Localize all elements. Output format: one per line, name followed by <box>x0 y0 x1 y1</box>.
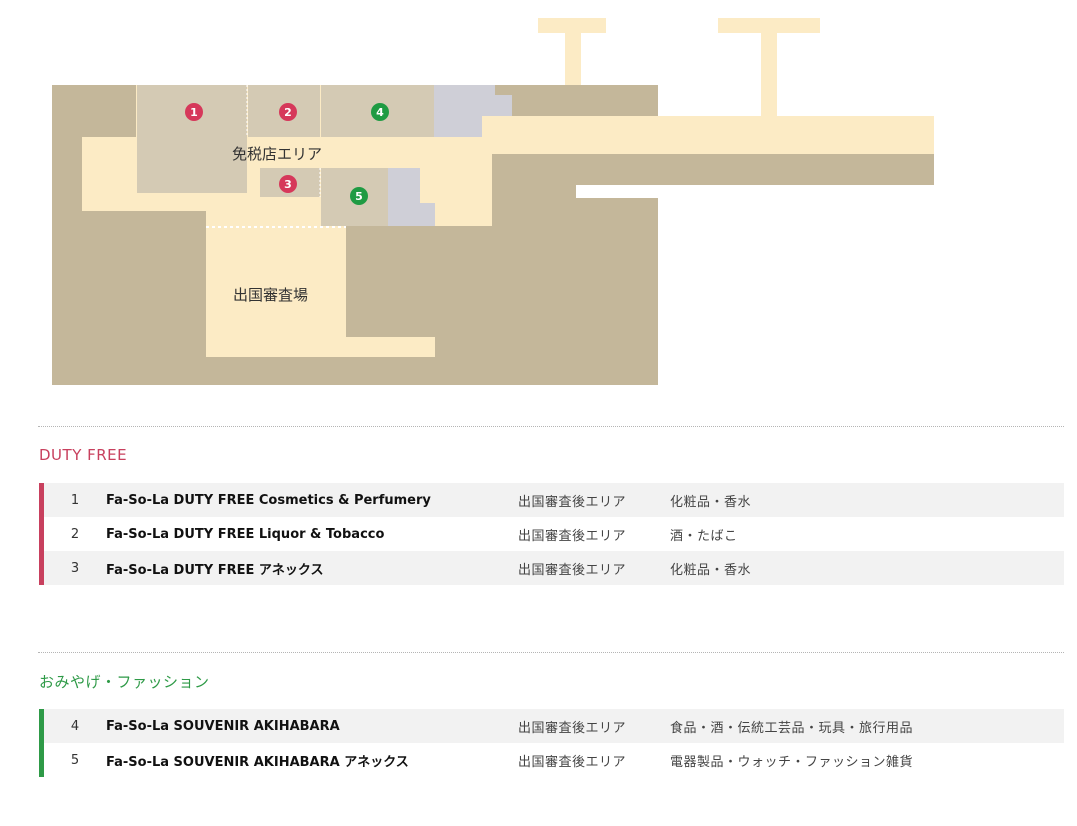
shop-area: 出国審査後エリア <box>518 528 627 544</box>
section-title-duty-free: DUTY FREE <box>39 446 128 464</box>
shop-row[interactable]: 3 Fa-So-La DUTY FREE アネックス 出国審査後エリア 化粧品・… <box>44 551 1064 585</box>
shop-number: 1 <box>70 492 80 508</box>
shop-category: 化粧品・香水 <box>670 562 752 578</box>
section-divider <box>38 426 1064 427</box>
shop-name[interactable]: Fa-So-La DUTY FREE Cosmetics & Perfumery <box>106 493 518 508</box>
map-marker-4[interactable]: 4 <box>371 103 389 121</box>
shop-number: 2 <box>70 526 80 542</box>
svg-text:4: 4 <box>376 106 384 119</box>
svg-text:2: 2 <box>284 106 292 119</box>
shop-category: 酒・たばこ <box>670 528 738 544</box>
shop-area: 出国審査後エリア <box>518 494 627 510</box>
shop-category: 電器製品・ウォッチ・ファッション雑貨 <box>670 754 914 770</box>
shop-row[interactable]: 2 Fa-So-La DUTY FREE Liquor & Tobacco 出国… <box>44 517 1064 551</box>
shop-name[interactable]: Fa-So-La SOUVENIR AKIHABARA アネックス <box>106 751 518 770</box>
map-marker-3[interactable]: 3 <box>279 175 297 193</box>
shop-name[interactable]: Fa-So-La DUTY FREE アネックス <box>106 559 518 578</box>
shop-area: 出国審査後エリア <box>518 754 627 770</box>
map-marker-1[interactable]: 1 <box>185 103 203 121</box>
section-divider <box>38 652 1064 653</box>
shop-row[interactable]: 5 Fa-So-La SOUVENIR AKIHABARA アネックス 出国審査… <box>44 743 1064 777</box>
shop-area: 出国審査後エリア <box>518 720 627 736</box>
shop-row[interactable]: 4 Fa-So-La SOUVENIR AKIHABARA 出国審査後エリア 食… <box>44 709 1064 743</box>
map-marker-2[interactable]: 2 <box>279 103 297 121</box>
map-area-duty-free-label: 免税店エリア <box>232 145 322 163</box>
shop-name[interactable]: Fa-So-La SOUVENIR AKIHABARA <box>106 719 518 734</box>
shop-number: 4 <box>70 718 80 734</box>
shop-category: 食品・酒・伝統工芸品・玩具・旅行用品 <box>670 720 914 736</box>
floor-map: 免税店エリア 出国審査場 1 2 3 4 5 <box>52 18 934 388</box>
svg-text:1: 1 <box>190 106 198 119</box>
shop-list-souvenir: 4 Fa-So-La SOUVENIR AKIHABARA 出国審査後エリア 食… <box>39 709 1064 777</box>
shop-category: 化粧品・香水 <box>670 494 752 510</box>
shop-number: 5 <box>70 752 80 768</box>
section-title-souvenir: おみやげ・ファッション <box>39 673 210 691</box>
shop-row[interactable]: 1 Fa-So-La DUTY FREE Cosmetics & Perfume… <box>44 483 1064 517</box>
shop-name[interactable]: Fa-So-La DUTY FREE Liquor & Tobacco <box>106 527 518 542</box>
shop-area: 出国審査後エリア <box>518 562 627 578</box>
shop-list-duty-free: 1 Fa-So-La DUTY FREE Cosmetics & Perfume… <box>39 483 1064 585</box>
shop-number: 3 <box>70 560 80 576</box>
svg-text:5: 5 <box>355 190 363 203</box>
map-area-departure-label: 出国審査場 <box>233 286 308 304</box>
map-marker-5[interactable]: 5 <box>350 187 368 205</box>
svg-text:3: 3 <box>284 178 292 191</box>
